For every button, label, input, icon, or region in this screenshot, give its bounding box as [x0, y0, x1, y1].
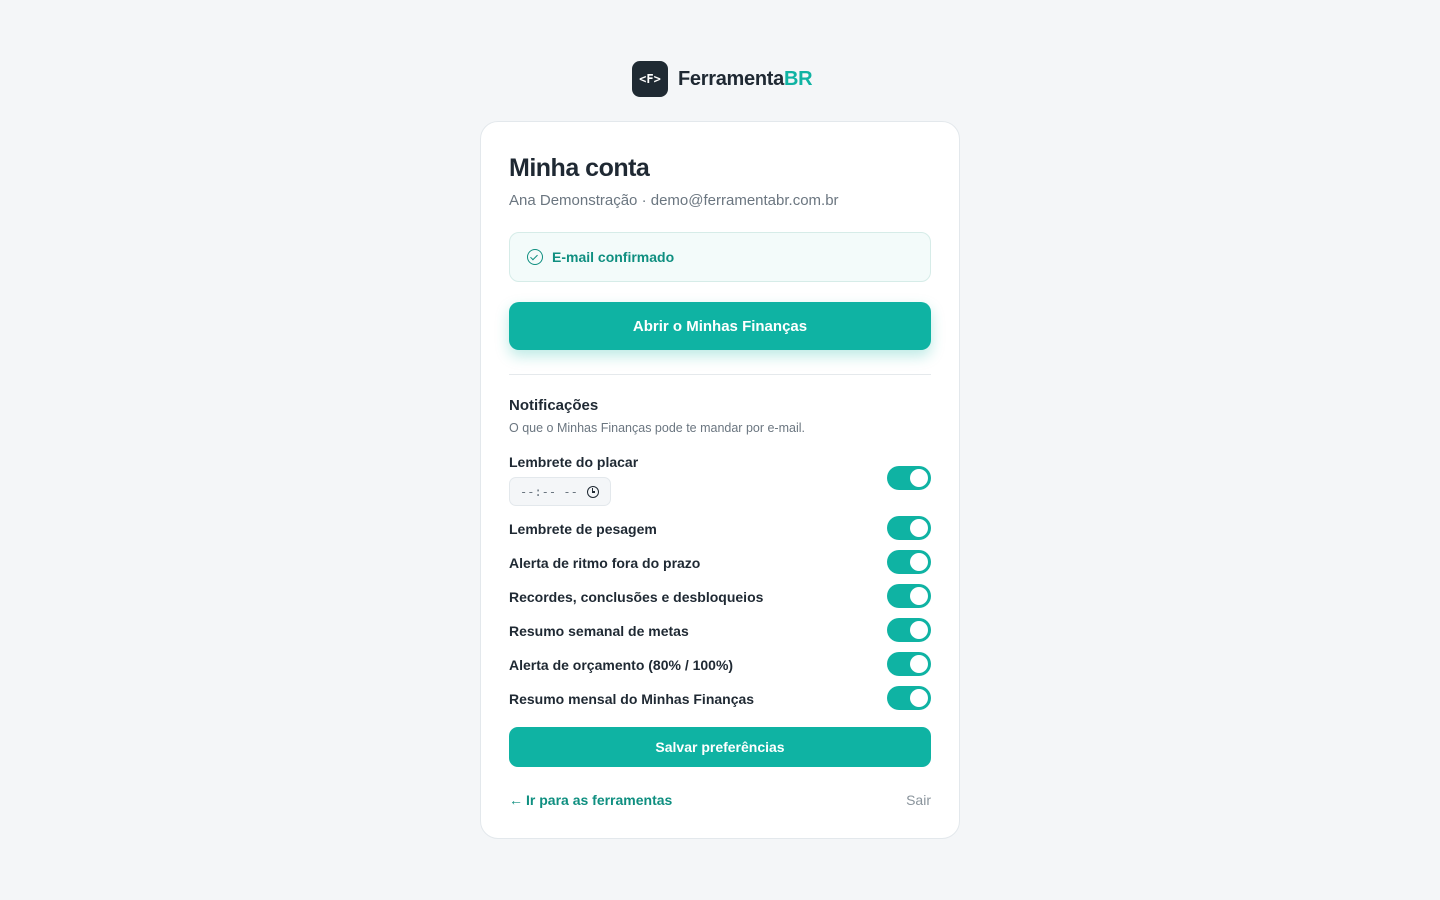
- brand-name-accent: BR: [783, 67, 813, 90]
- brand-name: FerramentaBR: [678, 67, 813, 91]
- account-subtitle: Ana Demonstração · demo@ferramentabr.com…: [509, 192, 839, 209]
- pref-label-orcamento: Alerta de orçamento (80% / 100%): [509, 657, 734, 673]
- toggle-knob: [910, 655, 928, 673]
- toggle-knob: [910, 469, 928, 487]
- pref-label-resumo-semanal: Resumo semanal de metas: [509, 623, 689, 639]
- check-circle-icon: [527, 249, 543, 265]
- email-confirmed-banner: E-mail confirmado: [509, 232, 931, 282]
- pref-label-recordes: Recordes, conclusões e desbloqueios: [509, 589, 764, 605]
- toggle-knob: [910, 587, 928, 605]
- page-title: Minha conta: [509, 154, 650, 182]
- toggle-placar[interactable]: [887, 466, 931, 490]
- brand-logo-icon: <F>: [632, 61, 668, 97]
- clock-icon[interactable]: [587, 486, 599, 498]
- toggle-recordes[interactable]: [887, 584, 931, 608]
- pref-label-resumo-mensal: Resumo mensal do Minhas Finanças: [509, 691, 755, 707]
- toggle-knob: [910, 621, 928, 639]
- toggle-knob: [910, 689, 928, 707]
- toggle-ritmo[interactable]: [887, 550, 931, 574]
- back-link-label: Ir para as ferramentas: [526, 792, 673, 808]
- pref-label-pesagem: Lembrete de pesagem: [509, 521, 657, 537]
- pref-label-placar: Lembrete do placar: [509, 454, 639, 470]
- email-status-text: E-mail confirmado: [552, 249, 675, 265]
- toggle-pesagem[interactable]: [887, 516, 931, 540]
- open-app-button[interactable]: Abrir o Minhas Finanças: [509, 302, 931, 350]
- back-to-tools-link[interactable]: ← Ir para as ferramentas: [509, 792, 672, 808]
- notifications-title: Notificações: [509, 397, 599, 414]
- toggle-resumo-mensal[interactable]: [887, 686, 931, 710]
- toggle-resumo-semanal[interactable]: [887, 618, 931, 642]
- save-preferences-button[interactable]: Salvar preferências: [509, 727, 931, 767]
- notifications-description: O que o Minhas Finanças pode te mandar p…: [509, 421, 805, 435]
- pref-label-ritmo: Alerta de ritmo fora do prazo: [509, 555, 701, 571]
- account-card: Minha conta Ana Demonstração · demo@ferr…: [480, 121, 960, 839]
- divider: [509, 374, 931, 375]
- brand-name-main: Ferramenta: [678, 67, 784, 90]
- arrow-left-icon: ←: [509, 792, 523, 808]
- logout-link[interactable]: Sair: [906, 792, 931, 808]
- toggle-knob: [910, 553, 928, 571]
- toggle-knob: [910, 519, 928, 537]
- time-placeholder: --:-- --: [520, 484, 578, 499]
- brand: <F> FerramentaBR: [632, 61, 813, 97]
- reminder-time-input[interactable]: --:-- --: [509, 477, 611, 506]
- toggle-orcamento[interactable]: [887, 652, 931, 676]
